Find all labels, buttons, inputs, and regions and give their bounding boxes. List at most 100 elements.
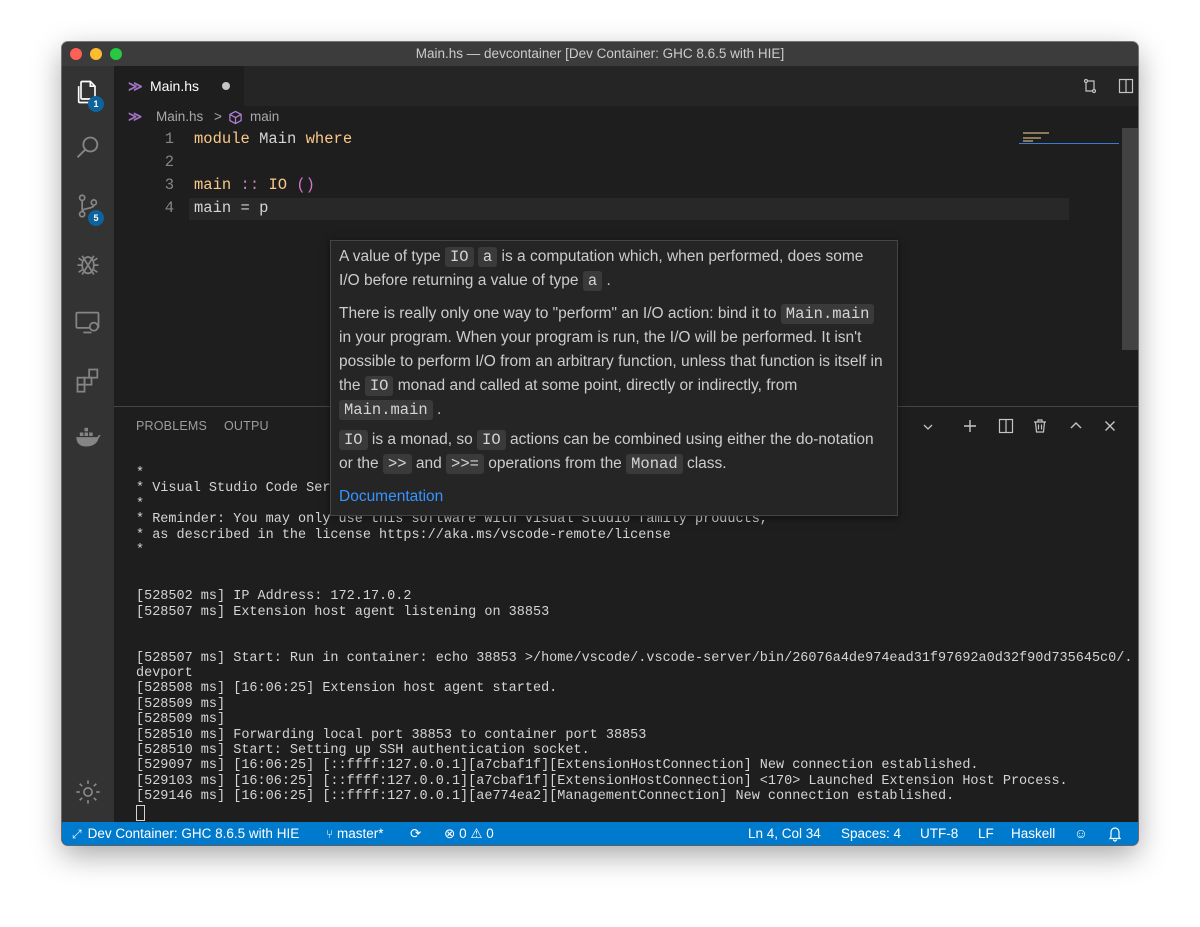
notifications-icon[interactable] [1108,822,1122,845]
code-token: = p [231,199,269,217]
unsaved-indicator-icon[interactable] [222,82,230,90]
title-bar: Main.hs — devcontainer [Dev Container: G… [62,42,1138,66]
code-text: main = p [194,197,268,220]
documentation-link[interactable]: Documentation [339,488,443,506]
haskell-icon: ≫ [128,78,143,94]
tab-output[interactable]: OUTPU [224,407,269,445]
gear-icon [76,780,100,804]
hover-text: . [602,272,611,289]
code-token: module [194,130,250,148]
line-number: 4 [164,199,174,217]
debug-icon [77,255,99,275]
maximize-window-button[interactable] [110,48,122,60]
split-editor-icon[interactable] [1116,76,1136,96]
problems-indicator[interactable]: ⊗ 0 ⚠ 0 [444,822,494,845]
code-line[interactable]: 4 main = p [114,197,1014,220]
output-line: [529097 ms] [16:06:25] [::ffff:127.0.0.1… [136,758,979,774]
branch-indicator[interactable]: ⑂ master* [326,822,383,845]
output-cursor-line [136,804,1126,821]
search-icon [76,136,99,158]
code-line[interactable]: 2 [114,151,1014,174]
code-token: () [287,176,315,194]
line-number: 3 [164,176,174,194]
text-cursor [136,804,145,821]
warning-icon: ⚠ [470,826,483,841]
inline-code: >>= [446,454,484,474]
hover-text: There is really only one way to "perform… [339,305,781,322]
code-text: main :: IO () [194,174,315,197]
editor-scrollbar[interactable] [1122,128,1138,350]
source-control-activity[interactable]: 5 [62,182,114,230]
inline-code: IO [364,376,394,396]
breadcrumb-symbol[interactable]: main [250,106,279,128]
minimap[interactable] [1019,128,1119,406]
output-line: * as described in the license https://ak… [136,527,671,543]
language-mode[interactable]: Haskell [1011,822,1055,845]
encoding[interactable]: UTF-8 [920,822,958,845]
error-icon: ⊗ [444,826,456,841]
extensions-activity[interactable] [62,356,114,404]
close-window-button[interactable] [70,48,82,60]
hover-documentation: A value of type IO a is a computation wh… [330,240,898,516]
branch-label: master* [336,826,384,841]
explorer-activity[interactable]: 1 [62,68,114,116]
inline-code: IO [477,430,506,450]
new-terminal-icon[interactable] [960,416,980,436]
output-line: [528507 ms] Extension host agent listeni… [136,604,550,620]
output-line: [528510 ms] Forwarding local port 38853 … [136,727,647,743]
hover-text: monad and called at some point, directly… [393,377,798,394]
output-line: * [136,542,145,558]
remote-explorer-activity[interactable] [62,298,114,346]
sync-icon[interactable]: ⟳ [410,822,421,845]
activity-bar: 1 5 [62,66,114,822]
hover-text: class. [682,455,727,472]
split-panel-icon[interactable] [996,416,1016,436]
tab-problems[interactable]: PROBLEMS [136,407,207,445]
output-line: [529146 ms] [16:06:25] [::ffff:127.0.0.1… [136,789,955,805]
tab-main-hs[interactable]: ≫ Main.hs [114,66,244,106]
line-number: 2 [164,153,174,171]
breadcrumb-file[interactable]: Main.hs [156,106,203,128]
chevron-down-icon [922,417,934,443]
open-changes-icon[interactable] [1080,76,1100,96]
hover-paragraph-1: A value of type IO a is a computation wh… [339,245,884,293]
output-line: [529103 ms] [16:06:25] [::ffff:127.0.0.1… [136,773,1068,789]
inline-code: >> [382,454,412,474]
remote-indicator[interactable]: ⤢ Dev Container: GHC 8.6.5 with HIE [62,822,322,845]
maximize-panel-icon[interactable] [1066,416,1086,436]
close-panel-icon[interactable] [1100,416,1120,436]
breadcrumb-separator: > [214,109,222,124]
output-line: [528508 ms] [16:06:25] Extension host ag… [136,681,558,697]
remote-label: Dev Container: GHC 8.6.5 with HIE [87,826,300,841]
editor-tab-bar: ≫ Main.hs [114,66,1138,106]
indentation[interactable]: Spaces: 4 [841,822,901,845]
hover-paragraph-3: IO is a monad, so IO actions can be comb… [339,428,884,476]
docker-activity[interactable] [62,412,114,460]
haskell-file-icon: ≫ [128,109,143,124]
code-line[interactable]: 3 main :: IO () [114,174,1014,197]
inline-code: IO [339,430,368,450]
output-log[interactable]: * * Visual Studio Code Server * * Reminder:… [136,466,1132,821]
feedback-icon[interactable]: ☺ [1074,822,1088,845]
hover-text: A value of type [339,248,445,265]
remote-explorer-icon [75,311,100,334]
code-line[interactable]: 1 module Main where [114,128,1014,151]
hover-text: . [432,401,442,418]
manage-activity[interactable] [62,768,114,816]
debug-activity[interactable] [62,240,114,288]
window-title: Main.hs — devcontainer [Dev Container: G… [415,46,785,61]
tab-label: Main.hs [150,78,200,94]
minimize-window-button[interactable] [90,48,102,60]
output-line: [528502 ms] IP Address: 172.17.0.2 [136,589,412,605]
hover-text: is a monad, so [367,431,478,448]
inline-code: a [477,247,498,267]
breadcrumb: ≫ Main.hs > main [114,106,1138,128]
cursor-position[interactable]: Ln 4, Col 34 [748,822,821,845]
end-of-line[interactable]: LF [978,822,994,845]
trash-icon[interactable] [1030,416,1050,436]
search-activity[interactable] [62,124,114,172]
